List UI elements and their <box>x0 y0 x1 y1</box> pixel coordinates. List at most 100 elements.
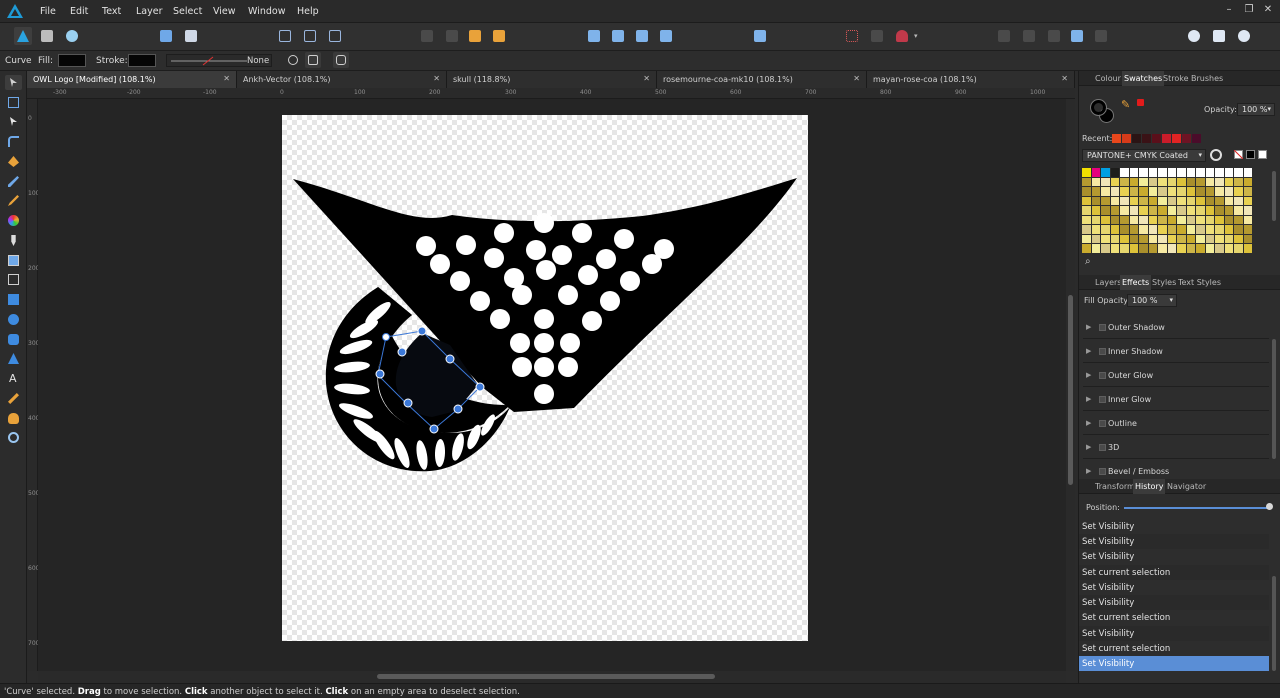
horizontal-scrollbar[interactable] <box>38 671 1066 683</box>
swatch-cell[interactable] <box>1177 215 1186 224</box>
swatch-cell[interactable] <box>1129 225 1138 234</box>
opacity-dropdown[interactable]: 100 % ▾ <box>1237 103 1275 116</box>
swatch-cell[interactable] <box>1177 225 1186 234</box>
swatch-cell[interactable] <box>1082 206 1091 215</box>
tab-styles[interactable]: Styles <box>1150 278 1178 287</box>
swatch-cell[interactable] <box>1148 206 1157 215</box>
swatch-cell[interactable] <box>1148 225 1157 234</box>
tab-close-icon[interactable]: ✕ <box>643 74 650 83</box>
pixel-persona-button[interactable] <box>38 27 56 45</box>
swatch-cell[interactable] <box>1148 177 1157 186</box>
swatch-cell[interactable] <box>1167 187 1176 196</box>
swatch-cell[interactable] <box>1158 225 1167 234</box>
boolean-subtract-button[interactable] <box>1020 27 1038 45</box>
preferences-button[interactable] <box>1235 27 1253 45</box>
swatch-cell[interactable] <box>1158 187 1167 196</box>
menu-text[interactable]: Text <box>102 6 121 17</box>
swatch-cell[interactable] <box>1129 196 1138 205</box>
bounding-box-button[interactable] <box>326 27 344 45</box>
effect-checkbox[interactable] <box>1099 348 1106 355</box>
tab-skull[interactable]: skull (118.8%) ✕ <box>447 71 657 88</box>
transparency-tool[interactable] <box>5 233 22 248</box>
swatch-cell[interactable] <box>1196 225 1205 234</box>
effect-inner-shadow[interactable]: ▶ Inner Shadow <box>1083 340 1269 363</box>
swatch-cell[interactable] <box>1205 225 1214 234</box>
swatch-cell[interactable] <box>1091 244 1100 253</box>
effect-checkbox[interactable] <box>1099 468 1106 475</box>
tab-swatches[interactable]: Swatches <box>1122 71 1165 86</box>
swatch-cell[interactable] <box>1110 187 1119 196</box>
convert-curves-button[interactable] <box>333 52 349 68</box>
swatch-cell[interactable] <box>1148 244 1157 253</box>
recent-color-chip[interactable] <box>1162 134 1171 143</box>
history-entry[interactable]: Set current selection <box>1079 610 1269 625</box>
swatch-cell[interactable] <box>1215 234 1224 243</box>
move-tool[interactable] <box>5 75 22 90</box>
effect-checkbox[interactable] <box>1099 420 1106 427</box>
swatch-cell[interactable] <box>1234 177 1243 186</box>
swatch-cell[interactable] <box>1177 244 1186 253</box>
swatch-cell[interactable] <box>1139 168 1148 177</box>
vertical-scrollbar[interactable] <box>1066 99 1075 671</box>
affinity-designer-logo-icon[interactable] <box>7 4 23 18</box>
swatch-cell[interactable] <box>1120 177 1129 186</box>
swatch-cell[interactable] <box>1148 196 1157 205</box>
effect-checkbox[interactable] <box>1099 444 1106 451</box>
swatch-cell[interactable] <box>1224 196 1233 205</box>
view-mode-button[interactable] <box>182 27 200 45</box>
swatch-cell[interactable] <box>1177 177 1186 186</box>
swatch-cell[interactable] <box>1196 215 1205 224</box>
swatch-cell[interactable] <box>1091 215 1100 224</box>
recent-color-chip[interactable] <box>1142 134 1151 143</box>
swatch-cell[interactable] <box>1234 225 1243 234</box>
swatch-cell[interactable] <box>1101 215 1110 224</box>
palette-menu-icon[interactable] <box>1210 149 1222 161</box>
swatch-cell[interactable] <box>1120 234 1129 243</box>
swatch-cell[interactable] <box>1120 225 1129 234</box>
swatch-cell[interactable] <box>1177 206 1186 215</box>
swatch-cell[interactable] <box>1129 215 1138 224</box>
menu-window[interactable]: Window <box>248 6 285 17</box>
swatch-cell[interactable] <box>1224 215 1233 224</box>
palette-dropdown[interactable]: PANTONE+ CMYK Coated ▾ <box>1082 149 1206 162</box>
fill-opacity-dropdown[interactable]: 100 % ▾ <box>1127 294 1177 307</box>
canvas-area[interactable] <box>38 99 1066 671</box>
swatch-cell[interactable] <box>1110 196 1119 205</box>
swatch-cell[interactable] <box>1120 187 1129 196</box>
swatch-cell[interactable] <box>1205 206 1214 215</box>
boolean-xor-button[interactable] <box>1068 27 1086 45</box>
tab-history[interactable]: History <box>1133 479 1166 494</box>
triangle-tool[interactable] <box>5 351 22 366</box>
export-persona-button[interactable] <box>63 27 81 45</box>
swatch-cell[interactable] <box>1186 206 1195 215</box>
arrange-back-button[interactable] <box>418 27 436 45</box>
white-swatch[interactable] <box>1258 150 1267 159</box>
swatch-cell[interactable] <box>1091 206 1100 215</box>
stroke-swatch[interactable] <box>128 54 156 67</box>
tab-rosemourne[interactable]: rosemourne-coa-mk10 (108.1%) ✕ <box>657 71 867 88</box>
swatch-cell[interactable] <box>1158 234 1167 243</box>
swatch-cell[interactable] <box>1110 168 1119 177</box>
swatch-cell[interactable] <box>1243 177 1252 186</box>
artboard-tool[interactable] <box>5 95 22 110</box>
swatch-cell[interactable] <box>1243 206 1252 215</box>
swatch-cell[interactable] <box>1243 168 1252 177</box>
crop-tool[interactable] <box>5 272 22 287</box>
swatch-cell[interactable] <box>1215 215 1224 224</box>
flip-vertical-button[interactable] <box>609 27 627 45</box>
swatch-cell[interactable] <box>1186 177 1195 186</box>
menu-select[interactable]: Select <box>173 6 202 17</box>
tab-transform[interactable]: Transform <box>1093 482 1137 491</box>
swatch-cell[interactable] <box>1101 177 1110 186</box>
swatch-cell[interactable] <box>1091 168 1100 177</box>
swatch-cell[interactable] <box>1139 215 1148 224</box>
rotate-left-button[interactable] <box>633 27 651 45</box>
black-swatch[interactable] <box>1246 150 1255 159</box>
swatch-cell[interactable] <box>1158 244 1167 253</box>
swatch-cell[interactable] <box>1224 244 1233 253</box>
history-entry[interactable]: Set current selection <box>1079 565 1269 580</box>
swatch-cell[interactable] <box>1101 196 1110 205</box>
horizontal-scrollbar-thumb[interactable] <box>377 674 715 679</box>
swatch-cell[interactable] <box>1186 225 1195 234</box>
swatch-cell[interactable] <box>1234 196 1243 205</box>
